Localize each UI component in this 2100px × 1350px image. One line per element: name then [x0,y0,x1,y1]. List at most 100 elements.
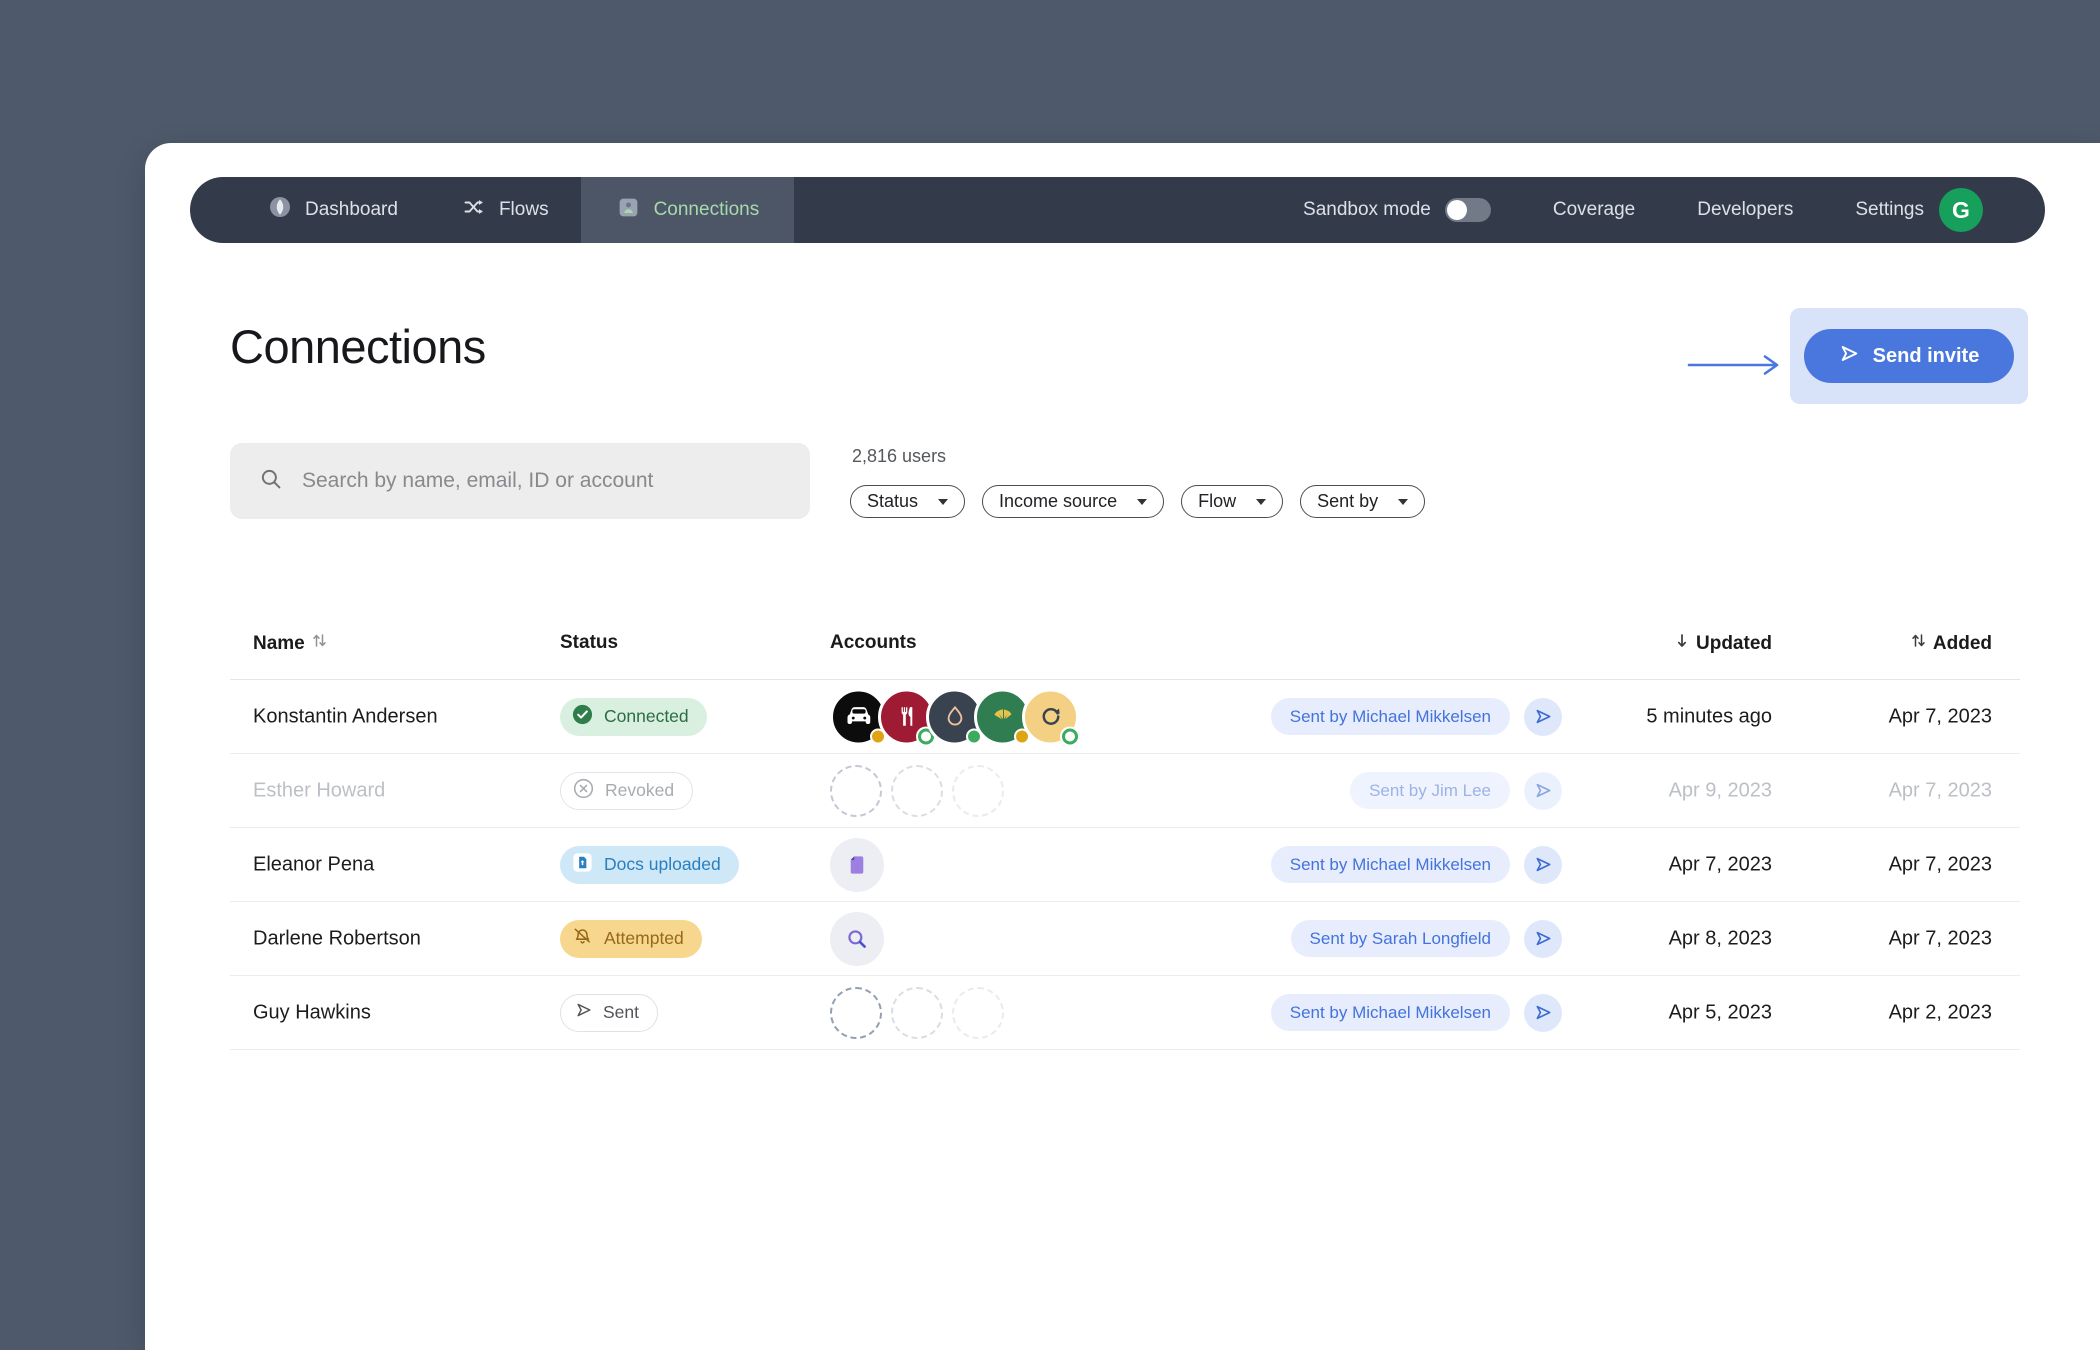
status-dot-green-ring [1062,728,1078,744]
sort-up-down-icon [1911,632,1926,655]
sort-up-down-icon [312,632,327,655]
pointer-arrow-icon [1687,353,1783,382]
empty-dashed-circle [830,764,882,817]
column-header-updated[interactable]: Updated [1675,632,1772,656]
table-row[interactable]: Guy Hawkins Sent Sent by Michael Mikkels… [230,976,2020,1050]
chevron-down-icon [1256,498,1267,505]
refresh-icon [1022,688,1079,745]
sent-by-chip[interactable]: Sent by Michael Mikkelsen [1270,846,1510,883]
shuffle-icon [462,195,486,225]
empty-dashed-circle [891,986,943,1039]
filter-income-source[interactable]: Income source [982,485,1165,518]
column-header-status: Status [560,632,619,653]
column-header-accounts: Accounts [830,632,917,653]
sandbox-mode-label: Sandbox mode [1303,199,1431,220]
connection-name: Konstantin Andersen [253,705,438,727]
empty-dashed-circle [830,986,882,1039]
sent-by-chip[interactable]: Sent by Sarah Longfield [1290,920,1510,957]
nav-item-label: Dashboard [305,199,398,220]
column-header-added[interactable]: Added [1911,632,1992,655]
filter-sent-by[interactable]: Sent by [1300,485,1426,518]
nav-item-label: Connections [653,199,760,220]
main-card: Dashboard Flows Connections Sandbox mode… [145,143,2100,1350]
added-value: Apr 7, 2023 [1888,853,1992,875]
empty-dashed-circle [891,764,943,817]
nav-item-dashboard[interactable]: Dashboard [268,195,398,225]
sent-by-chip[interactable]: Sent by Michael Mikkelsen [1270,698,1510,735]
added-value: Apr 7, 2023 [1888,705,1992,727]
added-value: Apr 2, 2023 [1888,1001,1992,1023]
added-value: Apr 7, 2023 [1888,927,1992,949]
table-row[interactable]: Darlene Robertson Attempted Sent by Sara… [230,902,2020,976]
chevron-down-icon [938,498,949,505]
send-icon [575,1001,593,1024]
empty-dashed-circle [952,764,1004,817]
connection-name: Eleanor Pena [253,853,375,875]
accounts-cell [830,911,884,966]
nav-item-connections[interactable]: Connections [580,177,795,243]
nav-link-coverage[interactable]: Coverage [1553,199,1635,221]
nav-item-flows[interactable]: Flows [462,195,549,225]
send-invite-label: Send invite [1872,344,1980,367]
bell-slash-icon [571,925,594,953]
resend-invite-button[interactable] [1524,845,1562,884]
status-badge-connected: Connected [560,697,707,736]
sent-by-chip[interactable]: Sent by Michael Mikkelsen [1270,994,1510,1031]
user-avatar[interactable]: G [1939,188,1983,232]
chevron-down-icon [1398,498,1409,505]
top-navigation: Dashboard Flows Connections Sandbox mode… [190,177,2045,243]
updated-value: Apr 7, 2023 [1668,853,1772,875]
send-invite-button[interactable]: Send invite [1804,329,2014,383]
table-row[interactable]: Eleanor Pena Docs uploaded Sent by Micha… [230,828,2020,902]
send-icon [1839,343,1860,370]
accounts-cell [830,986,1013,1039]
magnifier-icon [830,911,884,966]
x-circle-icon [572,777,595,805]
filter-flow[interactable]: Flow [1181,485,1284,518]
status-badge-docs-uploaded: Docs uploaded [560,845,739,884]
accounts-cell [830,764,1013,817]
dashboard-icon [268,195,292,225]
sort-down-icon [1675,632,1689,656]
connection-name: Esther Howard [253,779,386,801]
accounts-cell [830,688,1079,745]
send-invite-highlight: Send invite [1790,308,2028,404]
sandbox-mode-control: Sandbox mode [1303,198,1491,222]
resend-invite-button[interactable] [1524,697,1562,736]
resend-invite-button[interactable] [1524,993,1562,1032]
filter-status[interactable]: Status [850,485,966,518]
status-badge-revoked: Revoked [560,771,694,810]
resend-invite-button[interactable] [1524,771,1562,810]
doc-upload-icon [571,851,594,879]
search-input[interactable] [302,469,782,493]
table-row[interactable]: Konstantin Andersen Connected Sent by Mi… [230,680,2020,754]
table-header: Name Status Accounts Updated Added [230,606,2020,680]
updated-value: 5 minutes ago [1646,705,1772,727]
check-circle-icon [571,703,594,731]
nav-link-settings[interactable]: Settings [1855,199,1924,221]
accounts-cell [830,837,884,892]
table-row[interactable]: Esther Howard Revoked Sent by Jim Lee Ap… [230,754,2020,828]
empty-dashed-circle [952,986,1004,1039]
document-icon [830,837,884,892]
updated-value: Apr 8, 2023 [1668,927,1772,949]
resend-invite-button[interactable] [1524,919,1562,958]
chevron-down-icon [1137,498,1148,505]
filter-bar: Status Income source Flow Sent by [850,485,1426,518]
sent-by-chip[interactable]: Sent by Jim Lee [1350,772,1510,809]
users-count: 2,816 users [852,446,947,466]
updated-value: Apr 5, 2023 [1668,1001,1772,1023]
nav-item-label: Flows [498,199,549,220]
connection-name: Darlene Robertson [253,927,421,949]
connection-name: Guy Hawkins [253,1001,371,1023]
updated-value: Apr 9, 2023 [1668,779,1772,801]
nav-link-developers[interactable]: Developers [1697,199,1793,221]
sandbox-mode-toggle[interactable] [1444,198,1491,222]
column-header-name[interactable]: Name [253,632,327,655]
status-badge-sent: Sent [560,993,658,1032]
connections-table: Name Status Accounts Updated Added Konst… [230,606,2020,1050]
search-bar [230,443,810,519]
toggle-knob [1446,200,1467,220]
status-badge-attempted: Attempted [560,919,702,958]
nav-right-group: Sandbox mode Coverage Developers Setting… [1303,188,1983,232]
